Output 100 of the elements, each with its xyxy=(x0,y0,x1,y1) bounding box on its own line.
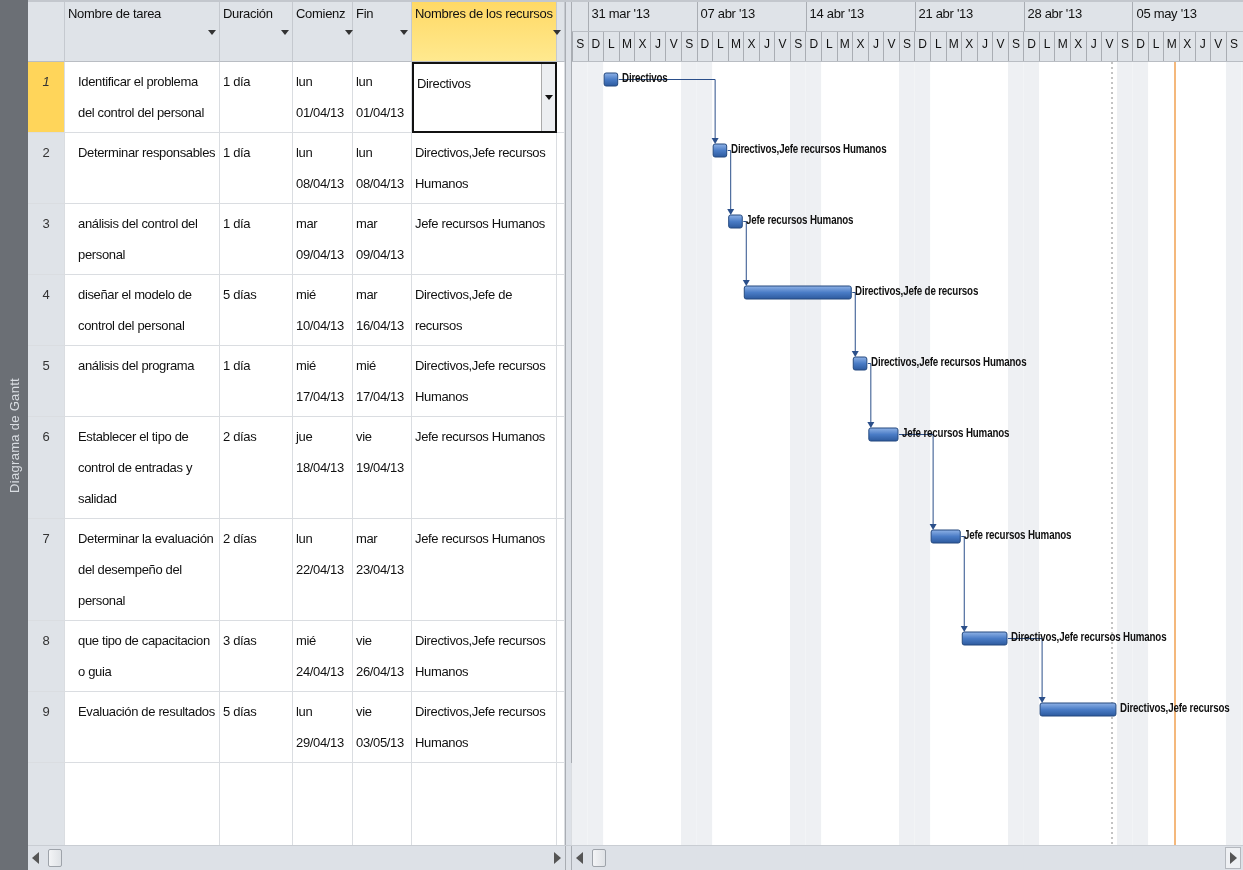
task-bar[interactable] xyxy=(868,427,899,442)
table-cell: Directivos,Jefe recursos Humanos xyxy=(412,133,557,204)
dropdown-arrow-icon[interactable] xyxy=(281,30,289,35)
table-cell: Determinar la evaluación del desempeño del personal xyxy=(65,519,220,621)
row-number[interactable]: 2 xyxy=(28,133,65,204)
day-label: V xyxy=(665,32,681,61)
table-cell: 1 día xyxy=(220,62,293,133)
column-header[interactable]: Duración xyxy=(220,2,293,62)
day-label: L xyxy=(929,32,946,61)
row-number[interactable]: 5 xyxy=(28,346,65,417)
dropdown-arrow-icon[interactable] xyxy=(208,30,216,35)
table-cell: Directivos,Jefe de recursos xyxy=(412,275,557,346)
day-label: X xyxy=(852,32,868,61)
day-label: D xyxy=(805,32,821,61)
row-number[interactable]: 4 xyxy=(28,275,65,346)
dropdown-arrow-icon[interactable] xyxy=(552,30,561,35)
dropdown-arrow-icon xyxy=(544,95,553,100)
table-cell: lun 29/04/13 xyxy=(293,692,353,763)
row-number[interactable]: 7 xyxy=(28,519,65,621)
day-label: L xyxy=(1038,32,1055,61)
table-cell: 3 días xyxy=(220,621,293,692)
week-label: 31 mar '13 xyxy=(587,2,697,31)
dropdown-button[interactable] xyxy=(541,64,555,131)
week-label: 14 abr '13 xyxy=(805,2,915,31)
row-number[interactable]: 1 xyxy=(28,62,65,133)
day-label: L xyxy=(712,32,728,61)
table-cell: mié 10/04/13 xyxy=(293,275,353,346)
bar-label: Directivos,Jefe recursos Humanos xyxy=(1010,630,1167,644)
week-label: 07 abr '13 xyxy=(696,2,806,31)
scroll-right-icon[interactable] xyxy=(553,852,561,864)
day-label: L xyxy=(603,32,619,61)
scroll-right-icon xyxy=(1229,852,1237,864)
table-cell: lun 08/04/13 xyxy=(293,133,353,204)
day-label: V xyxy=(883,32,899,61)
row-header-cell[interactable] xyxy=(28,763,65,845)
view-title: Diagrama de Gantt xyxy=(6,377,22,493)
day-label: L xyxy=(1147,32,1164,61)
scroll-right-button[interactable] xyxy=(1225,847,1241,869)
task-bar[interactable] xyxy=(712,143,728,158)
day-label: X xyxy=(1070,32,1086,61)
table-cell: Determinar responsables xyxy=(65,133,220,204)
table-cell: 5 días xyxy=(220,692,293,763)
bar-label: Directivos,Jefe recursos Humanos xyxy=(730,142,887,156)
task-bar[interactable] xyxy=(852,356,868,371)
day-label: S xyxy=(1116,32,1133,61)
table-cell: análisis del programa xyxy=(65,346,220,417)
column-header[interactable]: Nombre de tarea xyxy=(65,2,220,62)
task-bar[interactable] xyxy=(961,631,1008,646)
day-label: L xyxy=(821,32,837,61)
table-cell: Directivos,Jefe recursos Humanos xyxy=(412,346,557,417)
bar-label: Jefe recursos Humanos xyxy=(746,213,854,227)
table-cell: lun 01/04/13 xyxy=(353,62,412,133)
day-label: X xyxy=(743,32,759,61)
day-label: J xyxy=(976,32,993,61)
table-cell: análisis del control del personal xyxy=(65,204,220,275)
table-cell: mié 17/04/13 xyxy=(293,346,353,417)
scroll-left-icon[interactable] xyxy=(576,852,584,864)
day-label: D xyxy=(1132,32,1148,61)
day-label: S xyxy=(789,32,806,61)
day-label: D xyxy=(696,32,713,61)
column-header[interactable]: Comienz xyxy=(293,2,353,62)
scroll-left-icon[interactable] xyxy=(32,852,40,864)
day-label: M xyxy=(1054,32,1070,61)
day-label: S xyxy=(572,32,588,61)
day-label: S xyxy=(680,32,697,61)
scroll-thumb[interactable] xyxy=(592,849,606,867)
row-number[interactable]: 6 xyxy=(28,417,65,519)
day-label: D xyxy=(914,32,930,61)
table-cell: lun 08/04/13 xyxy=(353,133,412,204)
task-bar[interactable] xyxy=(728,214,743,229)
day-label: M xyxy=(945,32,962,61)
scroll-thumb[interactable] xyxy=(48,849,62,867)
row-number[interactable]: 9 xyxy=(28,692,65,763)
table-cell: mar 09/04/13 xyxy=(353,204,412,275)
dropdown-arrow-icon[interactable] xyxy=(345,30,354,35)
day-label: J xyxy=(758,32,775,61)
table-cell: Identificar el problema del control del personal xyxy=(65,62,220,133)
day-label: M xyxy=(618,32,635,61)
task-bar[interactable] xyxy=(743,285,852,300)
task-bar[interactable] xyxy=(1039,702,1117,717)
table-cell: 2 días xyxy=(220,417,293,519)
day-label: J xyxy=(867,32,884,61)
row-number[interactable]: 8 xyxy=(28,621,65,692)
table-cell: Jefe recursos Humanos xyxy=(412,519,557,621)
resource-field[interactable]: Directivos xyxy=(412,62,557,133)
table-cell: Jefe recursos Humanos xyxy=(412,204,557,275)
week-label: 05 may '13 xyxy=(1132,2,1242,31)
bar-label: Directivos,Jefe de recursos xyxy=(855,284,979,298)
task-bar[interactable] xyxy=(930,529,961,544)
day-label: M xyxy=(836,32,853,61)
table-cell: diseñar el modelo de control del personal xyxy=(65,275,220,346)
task-bar[interactable] xyxy=(603,72,619,87)
table-cell: lun 22/04/13 xyxy=(293,519,353,621)
table-cell: Evaluación de resultados xyxy=(65,692,220,763)
row-number[interactable]: 3 xyxy=(28,204,65,275)
table-cell: 1 día xyxy=(220,346,293,417)
day-label: X xyxy=(1178,32,1195,61)
table-cell: Directivos,Jefe recursos Humanos xyxy=(412,621,557,692)
table-cell: 2 días xyxy=(220,519,293,621)
day-label: V xyxy=(1210,32,1226,61)
